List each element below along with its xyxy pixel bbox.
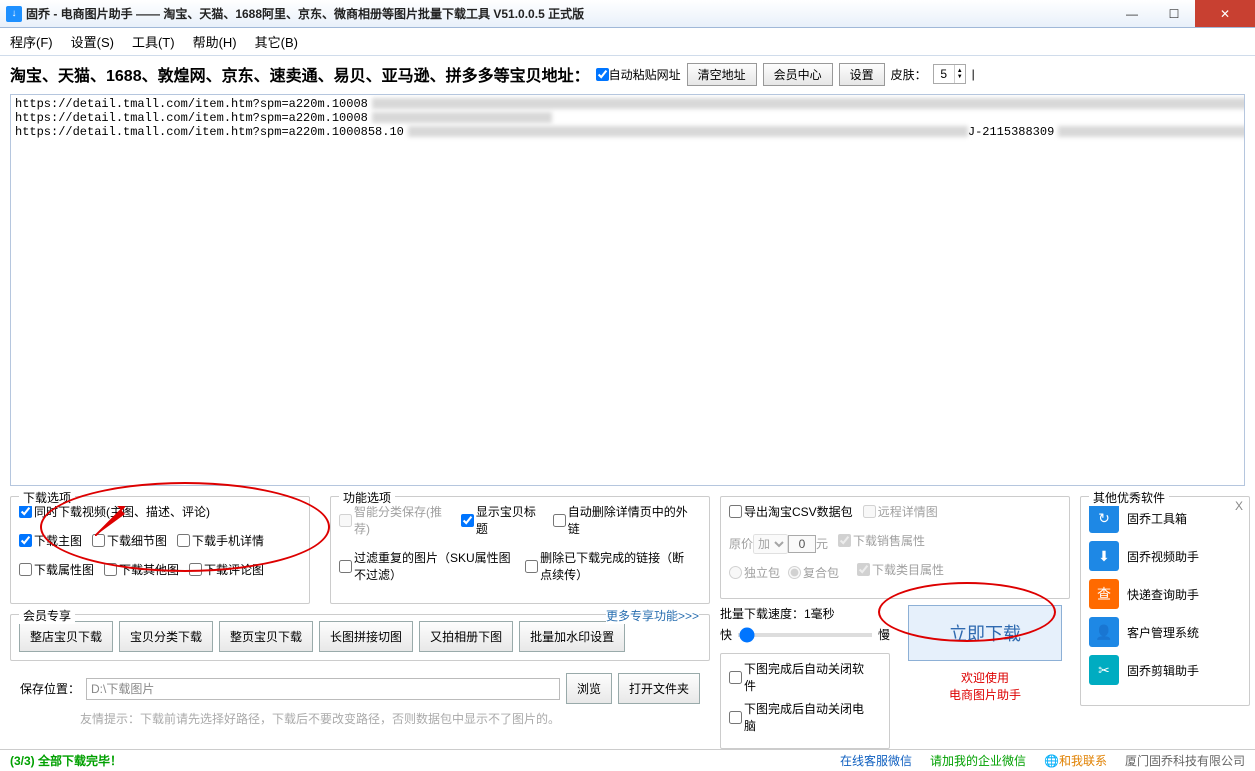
video-icon: ⬇ [1089,541,1119,571]
price-op-select: 加 [753,534,788,554]
download-mobile-detail-checkbox[interactable]: 下载手机详情 [177,532,264,549]
menu-bar: 程序(F) 设置(S) 工具(T) 帮助(H) 其它(B) [0,28,1255,56]
hint-text: 友情提示：下载前请先选择好路径，下载后不要改变路径，否则数据包中显示不了图片的。 [10,708,710,731]
url-textarea[interactable]: https://detail.tmall.com/item.htm?spm=a2… [10,94,1245,486]
soft-item-crm[interactable]: 👤客户管理系统 [1089,617,1241,647]
member-btn-upyun[interactable]: 又拍相册下图 [419,621,513,652]
welcome-text-1: 欢迎使用 [900,669,1070,686]
export-csv-checkbox[interactable]: 导出淘宝CSV数据包 [729,503,853,520]
dl-sale-attr-checkbox: 下载销售属性 [838,532,925,549]
speed-slider[interactable] [738,633,872,637]
company-label: 厦门固乔科技有限公司 [1125,752,1245,769]
member-btn-whole-shop[interactable]: 整店宝贝下载 [19,621,113,652]
skin-value-input[interactable] [934,65,954,83]
app-icon: ↓ [6,6,22,22]
download-other-img-checkbox[interactable]: 下载其他图 [104,561,179,578]
crm-icon: 👤 [1089,617,1119,647]
batch-speed-label: 批量下载速度：1毫秒 [720,605,890,622]
clear-address-button[interactable]: 清空地址 [687,63,757,86]
member-btn-long-img[interactable]: 长图拼接切图 [319,621,413,652]
open-folder-button[interactable]: 打开文件夹 [618,673,700,704]
other-software-title: 其他优秀软件 [1089,489,1169,506]
auto-close-pc-checkbox[interactable]: 下图完成后自动关闭电脑 [729,700,871,734]
function-options-title: 功能选项 [339,489,395,506]
price-value-input [788,535,816,553]
download-main-img-checkbox[interactable]: 下载主图 [19,532,82,549]
member-title: 会员专享 [19,607,75,624]
close-soft-panel-icon[interactable]: X [1235,499,1243,513]
soft-item-toolbox[interactable]: ↻固乔工具箱 [1089,503,1241,533]
save-path-label: 保存位置： [20,680,80,697]
member-center-button[interactable]: 会员中心 [763,63,833,86]
soft-item-video[interactable]: ⬇固乔视频助手 [1089,541,1241,571]
maximize-button[interactable]: ☐ [1153,0,1195,27]
options-area: 下载选项 同时下载视频(主图、描述、评论) 下载主图 下载细节图 下载手机详情 … [0,486,1255,749]
add-wechat-link[interactable]: 请加我的企业微信 [930,752,1026,769]
title-bar: ↓ 固乔 - 电商图片助手 —— 淘宝、天猫、1688阿里、京东、微商相册等图片… [0,0,1255,28]
download-comment-img-checkbox[interactable]: 下载评论图 [189,561,264,578]
welcome-text-2: 电商图片助手 [900,686,1070,703]
auto-paste-checkbox[interactable]: 自动粘贴网址 [596,66,681,83]
member-group: 会员专享 更多专享功能>>> 整店宝贝下载 宝贝分类下载 整页宝贝下载 长图拼接… [10,614,710,661]
spinner-arrows-icon[interactable]: ▲▼ [954,65,965,83]
menu-tools[interactable]: 工具(T) [132,32,175,51]
download-now-button[interactable]: 立即下载 [908,605,1062,661]
more-member-link[interactable]: 更多专享功能>>> [606,607,699,624]
minimize-button[interactable]: — [1111,0,1153,27]
download-options-title: 下载选项 [19,489,75,506]
remote-detail-checkbox: 远程详情图 [863,503,938,520]
menu-settings[interactable]: 设置(S) [71,32,114,51]
close-button[interactable]: ✕ [1195,0,1255,27]
export-group: 导出淘宝CSV数据包 远程详情图 原价 加 元 下载销售属性 独立包 复合包 下… [720,496,1070,599]
soft-item-editor[interactable]: ✂固乔剪辑助手 [1089,655,1241,685]
save-path-input[interactable] [86,678,560,700]
toolbox-icon: ↻ [1089,503,1119,533]
other-software-group: 其他优秀软件 X ↻固乔工具箱 ⬇固乔视频助手 查快递查询助手 👤客户管理系统 … [1080,496,1250,706]
auto-close-soft-checkbox[interactable]: 下图完成后自动关闭软件 [729,660,871,694]
download-detail-img-checkbox[interactable]: 下载细节图 [92,532,167,549]
window-title: 固乔 - 电商图片助手 —— 淘宝、天猫、1688阿里、京东、微商相册等图片批量… [26,5,1111,22]
member-btn-whole-page[interactable]: 整页宝贝下载 [219,621,313,652]
browse-button[interactable]: 浏览 [566,673,612,704]
editor-icon: ✂ [1089,655,1119,685]
settings-button[interactable]: 设置 [839,63,885,86]
filter-dup-checkbox[interactable]: 过滤重复的图片（SKU属性图不过滤） [339,549,515,583]
soft-item-express[interactable]: 查快递查询助手 [1089,579,1241,609]
orig-price-label: 原价 [729,535,753,552]
address-toolbar: 淘宝、天猫、1688、敦煌网、京东、速卖通、易贝、亚马逊、拼多多等宝贝地址： 自… [0,56,1255,92]
del-done-checkbox[interactable]: 删除已下载完成的链接（断点续传） [525,549,691,583]
member-btn-category[interactable]: 宝贝分类下载 [119,621,213,652]
status-bar: (3/3) 全部下载完毕！ 在线客服微信 请加我的企业微信 🌐和我联系 厦门固乔… [0,749,1255,771]
pkg-single-radio: 独立包 [729,564,780,581]
address-label: 淘宝、天猫、1688、敦煌网、京东、速卖通、易贝、亚马逊、拼多多等宝贝地址： [10,62,590,86]
member-btn-watermark[interactable]: 批量加水印设置 [519,621,625,652]
contact-me-link[interactable]: 🌐和我联系 [1044,752,1107,769]
slow-label: 慢 [878,626,890,643]
skin-label: 皮肤： [891,66,927,83]
menu-program[interactable]: 程序(F) [10,32,53,51]
skin-spinner[interactable]: ▲▼ [933,64,966,84]
status-text: (3/3) 全部下载完毕！ [10,752,122,769]
show-title-checkbox[interactable]: 显示宝贝标题 [461,503,543,537]
menu-other[interactable]: 其它(B) [255,32,298,51]
menu-help[interactable]: 帮助(H) [193,32,237,51]
dl-cat-attr-checkbox: 下载类目属性 [857,561,944,578]
auto-del-ext-checkbox[interactable]: 自动删除详情页中的外链 [553,503,691,537]
express-icon: 查 [1089,579,1119,609]
function-options-group: 功能选项 智能分类保存(推荐) 显示宝贝标题 自动删除详情页中的外链 过滤重复的… [330,496,710,604]
cs-wechat-link[interactable]: 在线客服微信 [840,752,912,769]
download-options-group: 下载选项 同时下载视频(主图、描述、评论) 下载主图 下载细节图 下载手机详情 … [10,496,310,604]
fast-label: 快 [720,626,732,643]
download-attr-img-checkbox[interactable]: 下载属性图 [19,561,94,578]
smart-save-checkbox: 智能分类保存(推荐) [339,503,451,537]
pkg-combo-radio: 复合包 [788,564,839,581]
